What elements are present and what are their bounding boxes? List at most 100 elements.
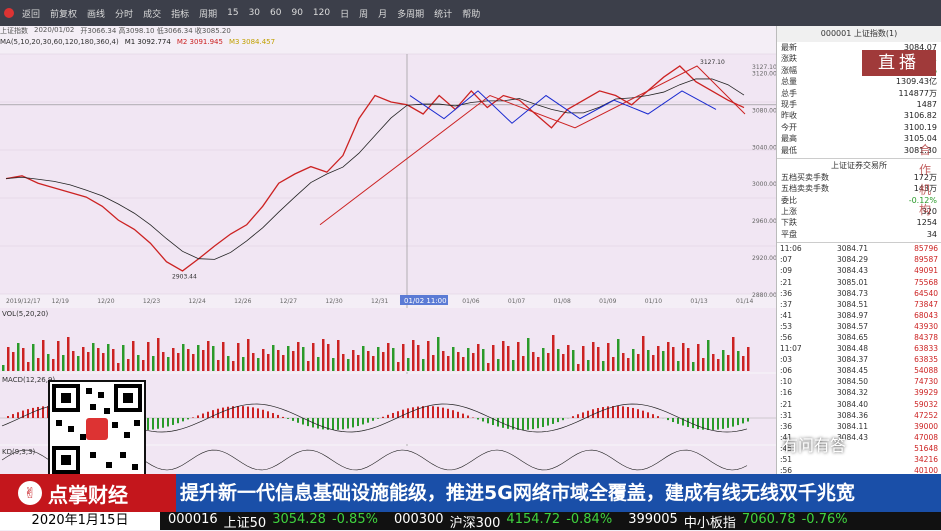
quote-row-value: 3100.19: [904, 122, 937, 133]
date-tick: 01/13: [690, 298, 707, 305]
tick-volume: 59032: [868, 399, 938, 410]
ticker-item: 000016上证50 3054.28-0.85%: [160, 512, 386, 531]
volume-bar: [507, 346, 510, 371]
ticker-code: 000016: [168, 512, 218, 531]
tick-price: 3084.32: [818, 387, 868, 398]
toolbar-item[interactable]: 周期: [197, 7, 219, 20]
volume-bar: [442, 351, 445, 371]
tick-volume: 47252: [868, 410, 938, 421]
volume-bar: [672, 347, 675, 371]
volume-bar: [92, 343, 95, 371]
tick-volume: 34216: [868, 454, 938, 465]
breadth-row-label: 上涨: [781, 206, 797, 217]
toolbar-item[interactable]: 前复权: [48, 7, 79, 20]
macd-bar: [647, 412, 649, 418]
breadth-row: 平盘34: [777, 229, 941, 240]
date-tick: 12/26: [234, 298, 251, 305]
macd-bar: [632, 408, 634, 418]
tick-price: 3084.57: [818, 321, 868, 332]
ticker-name: 中小板指: [684, 512, 736, 531]
macd-bar: [267, 411, 269, 418]
volume-bar: [582, 346, 585, 371]
volume-bar: [272, 345, 275, 371]
volume-bar: [652, 355, 655, 371]
macd-bar: [487, 418, 489, 423]
volume-bar: [362, 346, 365, 371]
toolbar-item[interactable]: 60: [268, 8, 283, 18]
price-annotation: 2903.44: [172, 273, 197, 280]
toolbar-item[interactable]: 帮助: [460, 7, 482, 20]
quote-row: 总手114877万: [777, 88, 941, 99]
toolbar-item[interactable]: 指标: [169, 7, 191, 20]
volume-bar: [252, 353, 255, 371]
volume-bar: [212, 346, 215, 371]
brand-bar: ✌ 点掌财经: [0, 474, 176, 512]
volume-bar: [122, 345, 125, 371]
macd-bar: [517, 418, 519, 430]
macd-bar: [222, 408, 224, 418]
tick-time: 11:06: [780, 243, 818, 254]
volume-bar: [637, 354, 640, 371]
toolbar-item[interactable]: 周: [357, 7, 370, 20]
tick-time: :56: [780, 332, 818, 343]
volume-bar: [7, 347, 10, 371]
toolbar-item[interactable]: 多周期: [395, 7, 426, 20]
toolbar-item[interactable]: 返回: [20, 7, 42, 20]
macd-bar: [12, 414, 14, 418]
macd-bar: [452, 410, 454, 418]
tick-time: :21: [780, 399, 818, 410]
date-tick: 01/07: [508, 298, 525, 305]
toolbar-item[interactable]: 120: [311, 8, 332, 18]
macd-bar: [17, 412, 19, 418]
tick-volume: 73847: [868, 299, 938, 310]
volume-bar: [137, 355, 140, 371]
volume-bar: [712, 354, 715, 371]
volume-bar: [107, 344, 110, 371]
toolbar-item[interactable]: 日: [338, 7, 351, 20]
volume-bar: [317, 357, 320, 371]
volume-bar: [342, 354, 345, 371]
volume-bar: [602, 361, 605, 371]
volume-bar: [522, 356, 525, 371]
app-logo-icon: [4, 8, 14, 18]
volume-bar: [547, 353, 550, 371]
volume-bar: [17, 343, 20, 371]
volume-bar: [127, 359, 130, 371]
macd-bar: [362, 418, 364, 424]
tick-time: :03: [780, 354, 818, 365]
toolbar-item[interactable]: 分时: [113, 7, 135, 20]
tick-volume: 84378: [868, 332, 938, 343]
volume-bar: [372, 356, 375, 371]
volume-bar: [697, 344, 700, 371]
volume-bar: [277, 350, 280, 371]
ticker-change: -0.84%: [566, 512, 612, 531]
toolbar-item[interactable]: 30: [247, 8, 262, 18]
macd-bar: [212, 410, 214, 418]
tick-price: 3084.51: [818, 299, 868, 310]
toolbar-item[interactable]: 统计: [432, 7, 454, 20]
quote-row-value: 1309.43亿: [896, 76, 937, 87]
price-tick: 3120.00: [752, 70, 776, 77]
macd-bar: [527, 418, 529, 430]
toolbar-item[interactable]: 15: [225, 8, 240, 18]
macd-bar: [342, 418, 344, 429]
volume-bar: [132, 341, 135, 371]
date-tick: 01/10: [645, 298, 662, 305]
volume-bar: [52, 359, 55, 371]
tick-volume: 39000: [868, 421, 938, 432]
quote-row: 昨收3106.82: [777, 110, 941, 121]
toolbar-item[interactable]: 90: [289, 8, 304, 18]
tick-row: :103084.5074730: [777, 376, 941, 387]
volume-bar: [552, 335, 555, 371]
toolbar-item[interactable]: 画线: [85, 7, 107, 20]
price-pane-bg: [0, 54, 776, 294]
toolbar-item[interactable]: 成交: [141, 7, 163, 20]
tick-price: 3084.65: [818, 332, 868, 343]
tick-time: :37: [780, 299, 818, 310]
ticker-code: 000300: [394, 512, 444, 531]
volume-bar: [322, 339, 325, 371]
macd-bar: [167, 418, 169, 426]
volume-bar: [662, 351, 665, 371]
volume-bar: [112, 349, 115, 371]
toolbar-item[interactable]: 月: [376, 7, 389, 20]
